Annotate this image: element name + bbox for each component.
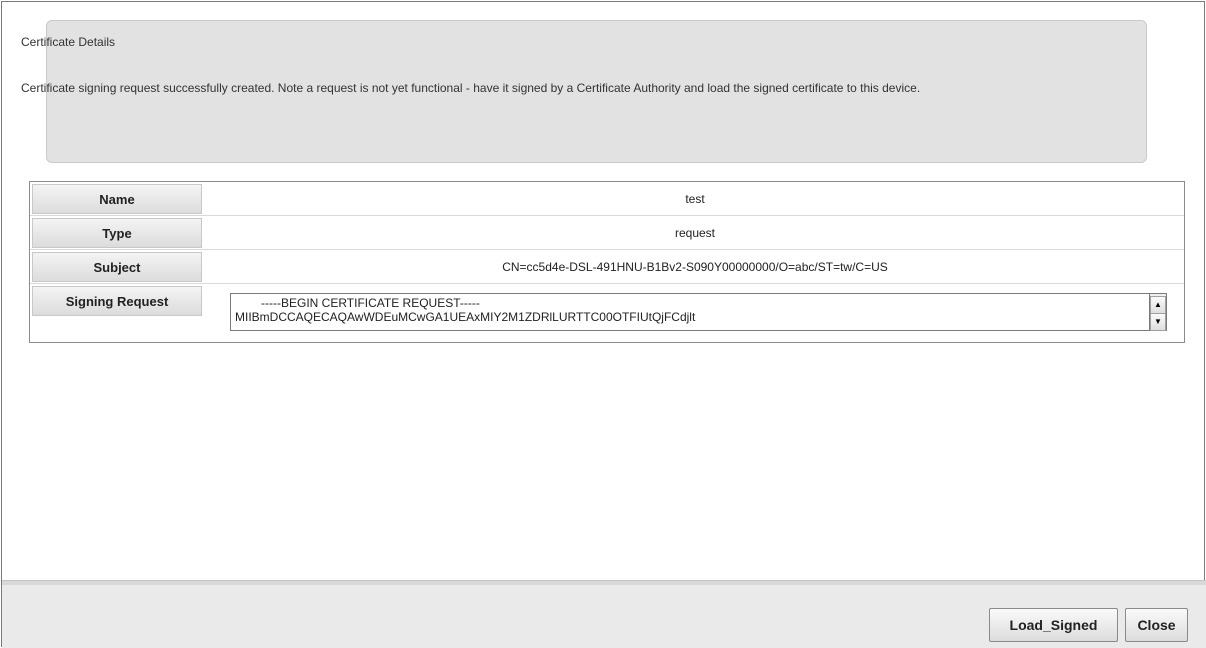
signing-request-scrollbar[interactable]: ▲ ▼ (1150, 293, 1167, 331)
info-message: Certificate signing request successfully… (21, 81, 921, 95)
row-label-name: Name (32, 184, 202, 214)
row-value-type: request (674, 226, 716, 240)
row-label-subject: Subject (32, 252, 202, 282)
signing-request-textarea[interactable]: -----BEGIN CERTIFICATE REQUEST----- MIIB… (230, 293, 1150, 331)
info-title: Certificate Details (21, 35, 116, 49)
close-button[interactable]: Close (1125, 608, 1188, 642)
row-label-type: Type (32, 218, 202, 248)
certificate-details-table: Name test Type request Subject CN=cc5d4e… (29, 181, 1185, 343)
row-value-subject: CN=cc5d4e-DSL-491HNU-B1Bv2-S090Y00000000… (502, 260, 888, 274)
load-signed-button[interactable]: Load_Signed (989, 608, 1118, 642)
table-row-subject: Subject CN=cc5d4e-DSL-491HNU-B1Bv2-S090Y… (30, 250, 1184, 284)
row-value-name: test (685, 192, 705, 206)
signing-request-line-2: MIIBmDCCAQECAQAwWDEuMCwGA1UEAxMIY2M1ZDRl… (235, 310, 696, 324)
scroll-down-icon[interactable]: ▼ (1150, 313, 1166, 331)
scroll-up-icon[interactable]: ▲ (1150, 296, 1166, 314)
row-label-signing-request: Signing Request (32, 286, 202, 316)
table-row-name: Name test (30, 182, 1184, 216)
table-row-type: Type request (30, 216, 1184, 250)
signing-request-line-1: -----BEGIN CERTIFICATE REQUEST----- (261, 296, 480, 310)
certificate-dialog: Certificate Details Certificate signing … (1, 1, 1206, 648)
dialog-footer: Load_Signed Close (2, 585, 1206, 648)
